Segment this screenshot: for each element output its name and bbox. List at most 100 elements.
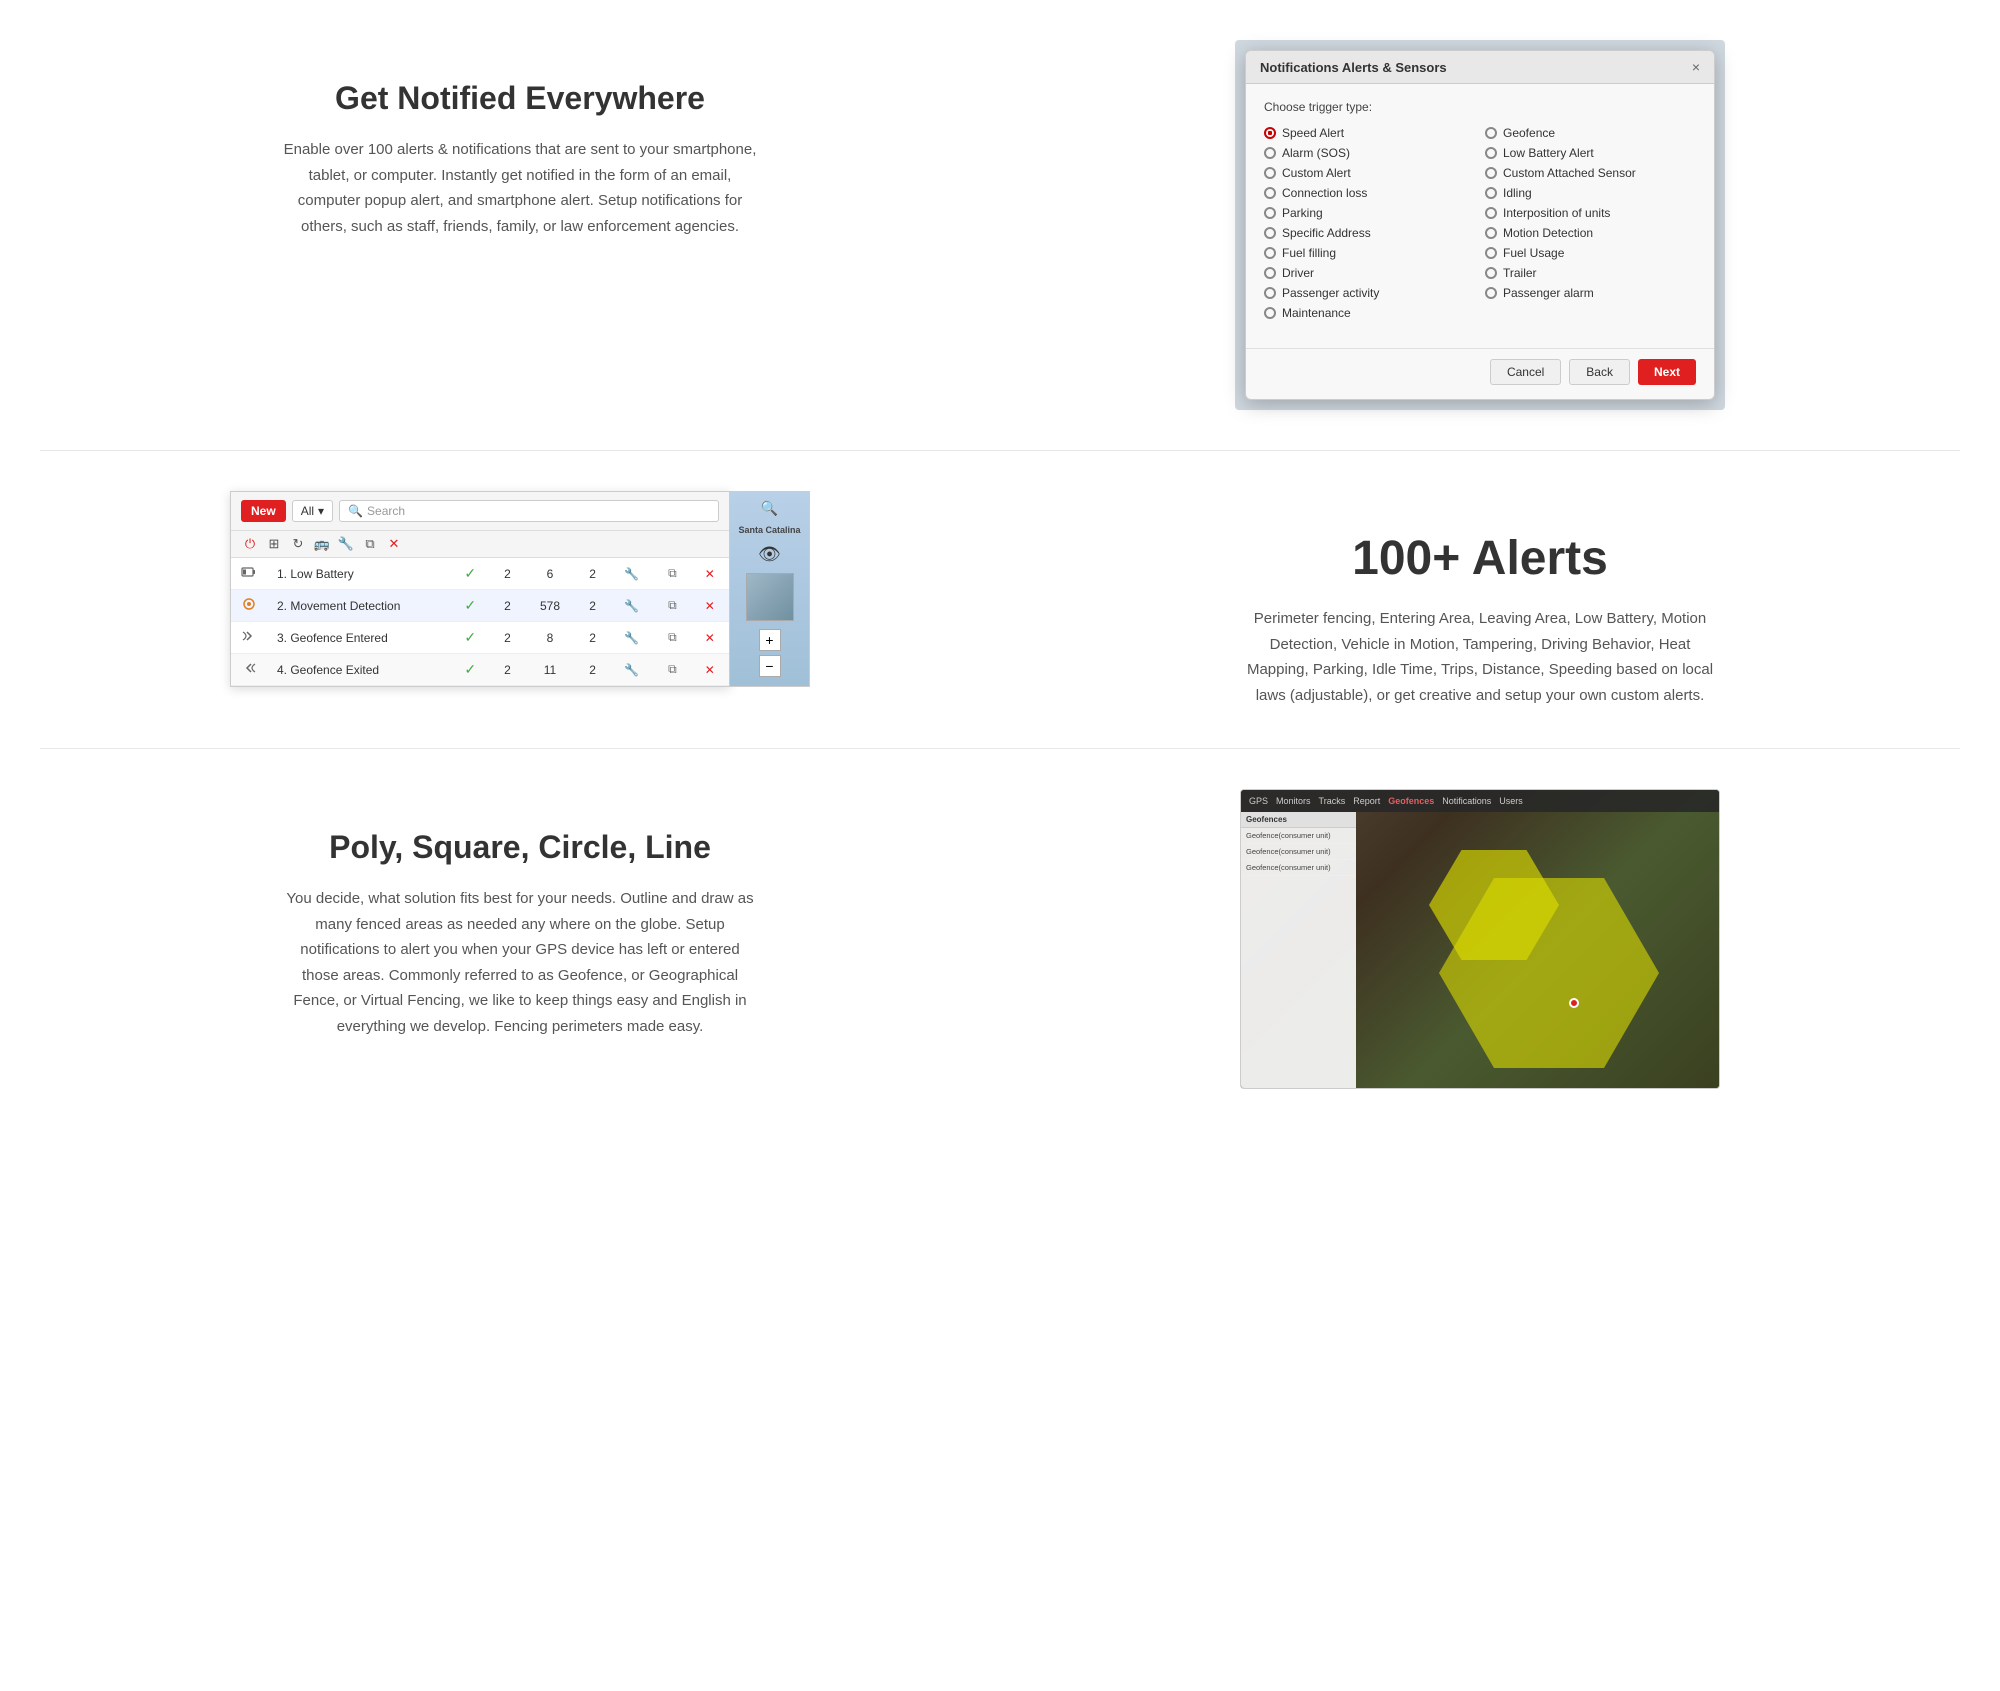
- radio-option-passenger-alarm[interactable]: Passenger alarm: [1485, 286, 1696, 300]
- map-search-icon[interactable]: 🔍: [761, 500, 778, 517]
- radio-option-interposition[interactable]: Interposition of units: [1485, 206, 1696, 220]
- zoom-out-button[interactable]: −: [759, 655, 781, 677]
- delete-icon-1[interactable]: ✕: [705, 567, 715, 581]
- tool-icon[interactable]: 🔧: [337, 535, 355, 553]
- copy-icon-2[interactable]: ⧉: [668, 598, 677, 612]
- section-geofence: Poly, Square, Circle, Line You decide, w…: [0, 749, 2000, 1129]
- radio-option-passenger-activity[interactable]: Passenger activity: [1264, 286, 1475, 300]
- table-icon[interactable]: ⊞: [265, 535, 283, 553]
- radio-option-fuel-filling[interactable]: Fuel filling: [1264, 246, 1475, 260]
- notifications-toolbar-label: Notifications: [1442, 796, 1491, 806]
- radio-label-parking: Parking: [1282, 206, 1323, 220]
- filter-dropdown[interactable]: All ▾: [292, 500, 333, 522]
- search-input-box[interactable]: 🔍 Search: [339, 500, 719, 522]
- radio-icon-interposition: [1485, 207, 1497, 219]
- copy-icon[interactable]: ⧉: [361, 535, 379, 553]
- radio-option-empty: [1485, 306, 1696, 320]
- radio-label-fuel-usage: Fuel Usage: [1503, 246, 1564, 260]
- delete-icon-2[interactable]: ✕: [705, 599, 715, 613]
- delete-icon-3[interactable]: ✕: [705, 631, 715, 645]
- table-row: 2. Movement Detection ✓ 2 578 2 🔧 ⧉ ✕: [231, 590, 729, 622]
- tracks-toolbar-label: Tracks: [1319, 796, 1346, 806]
- radio-option-low-battery[interactable]: Low Battery Alert: [1485, 146, 1696, 160]
- row-icon-movement: [231, 590, 267, 622]
- map-side-panel: 🔍 Santa Catalina 👁 + −: [730, 491, 810, 687]
- radio-icon-passenger-alarm: [1485, 287, 1497, 299]
- copy-icon-3[interactable]: ⧉: [668, 630, 677, 644]
- check-icon-1: ✓: [464, 565, 476, 581]
- radio-label-idling: Idling: [1503, 186, 1532, 200]
- bus-icon[interactable]: 🚌: [313, 535, 331, 553]
- radio-icon-geofence: [1485, 127, 1497, 139]
- notified-paragraph: Enable over 100 alerts & notifications t…: [280, 137, 760, 239]
- radio-label-speed: Speed Alert: [1282, 126, 1344, 140]
- users-toolbar-label: Users: [1499, 796, 1523, 806]
- alert-name-1: 1. Low Battery: [267, 558, 450, 590]
- radio-option-specific-address[interactable]: Specific Address: [1264, 226, 1475, 240]
- radio-option-idling[interactable]: Idling: [1485, 186, 1696, 200]
- radio-option-maintenance[interactable]: Maintenance: [1264, 306, 1475, 320]
- radio-option-fuel-usage[interactable]: Fuel Usage: [1485, 246, 1696, 260]
- dropdown-label: All: [301, 504, 314, 518]
- zoom-in-button[interactable]: +: [759, 629, 781, 651]
- alert-num1-1: 2: [490, 558, 524, 590]
- search-icon: 🔍: [348, 504, 363, 518]
- radio-icon-idling: [1485, 187, 1497, 199]
- radio-icon-speed: [1264, 127, 1276, 139]
- radio-option-geofence[interactable]: Geofence: [1485, 126, 1696, 140]
- alert-name-2: 2. Movement Detection: [267, 590, 450, 622]
- geofence-map: GPS Monitors Tracks Report Geofences Not…: [1240, 789, 1720, 1089]
- radio-option-driver[interactable]: Driver: [1264, 266, 1475, 280]
- radio-icon-fuel-filling: [1264, 247, 1276, 259]
- search-placeholder: Search: [367, 504, 405, 518]
- edit-icon-4[interactable]: 🔧: [624, 663, 639, 677]
- alerts-action-bar: ⏻ ⊞ ↻ 🚌 🔧 ⧉ ✕: [231, 531, 729, 558]
- radio-option-parking[interactable]: Parking: [1264, 206, 1475, 220]
- modal-close-button[interactable]: ×: [1692, 59, 1700, 75]
- map-marker: [1569, 998, 1579, 1008]
- radio-label-custom-alert: Custom Alert: [1282, 166, 1351, 180]
- table-row: 3. Geofence Entered ✓ 2 8 2 🔧 ⧉ ✕: [231, 622, 729, 654]
- copy-icon-1[interactable]: ⧉: [668, 566, 677, 580]
- radio-option-custom-alert[interactable]: Custom Alert: [1264, 166, 1475, 180]
- edit-icon-2[interactable]: 🔧: [624, 599, 639, 613]
- geofence-left-panel: Geofences Geofence(consumer unit) Geofen…: [1241, 812, 1356, 1088]
- close-action-icon[interactable]: ✕: [385, 535, 403, 553]
- copy-icon-4[interactable]: ⧉: [668, 662, 677, 676]
- radio-option-motion-detection[interactable]: Motion Detection: [1485, 226, 1696, 240]
- cancel-button[interactable]: Cancel: [1490, 359, 1561, 385]
- radio-icon-passenger-activity: [1264, 287, 1276, 299]
- geofence-image-col: GPS Monitors Tracks Report Geofences Not…: [1020, 789, 1940, 1089]
- radio-option-alarm[interactable]: Alarm (SOS): [1264, 146, 1475, 160]
- edit-icon-1[interactable]: 🔧: [624, 567, 639, 581]
- next-button[interactable]: Next: [1638, 359, 1696, 385]
- radio-option-custom-sensor[interactable]: Custom Attached Sensor: [1485, 166, 1696, 180]
- modal-alerts-sensors: Notifications Alerts & Sensors × Choose …: [1245, 50, 1715, 400]
- delete-icon-4[interactable]: ✕: [705, 663, 715, 677]
- refresh-icon[interactable]: ↻: [289, 535, 307, 553]
- alert-num2-3: 8: [524, 622, 575, 654]
- radio-label-low-battery: Low Battery Alert: [1503, 146, 1594, 160]
- eye-icon[interactable]: 👁: [758, 544, 781, 565]
- radio-option-trailer[interactable]: Trailer: [1485, 266, 1696, 280]
- radio-icon-low-battery: [1485, 147, 1497, 159]
- section-notified: Get Notified Everywhere Enable over 100 …: [0, 0, 2000, 450]
- alert-num1-4: 2: [490, 654, 524, 686]
- table-row: 1. Low Battery ✓ 2 6 2 🔧 ⧉ ✕: [231, 558, 729, 590]
- radio-label-alarm: Alarm (SOS): [1282, 146, 1350, 160]
- edit-icon-3[interactable]: 🔧: [624, 631, 639, 645]
- notified-heading: Get Notified Everywhere: [60, 80, 980, 117]
- radio-icon-specific-address: [1264, 227, 1276, 239]
- modal-footer: Cancel Back Next: [1246, 348, 1714, 399]
- radio-label-passenger-alarm: Passenger alarm: [1503, 286, 1594, 300]
- alerts-paragraph: Perimeter fencing, Entering Area, Leavin…: [1240, 606, 1720, 708]
- radio-option-connection-loss[interactable]: Connection loss: [1264, 186, 1475, 200]
- new-alert-button[interactable]: New: [241, 500, 286, 522]
- back-button[interactable]: Back: [1569, 359, 1630, 385]
- radio-option-speed-alert[interactable]: Speed Alert: [1264, 126, 1475, 140]
- modal-wrapper: Notifications Alerts & Sensors × Choose …: [1235, 40, 1725, 410]
- power-icon[interactable]: ⏻: [241, 535, 259, 553]
- modal-titlebar: Notifications Alerts & Sensors ×: [1246, 51, 1714, 84]
- radio-label-driver: Driver: [1282, 266, 1314, 280]
- radio-icon-connection-loss: [1264, 187, 1276, 199]
